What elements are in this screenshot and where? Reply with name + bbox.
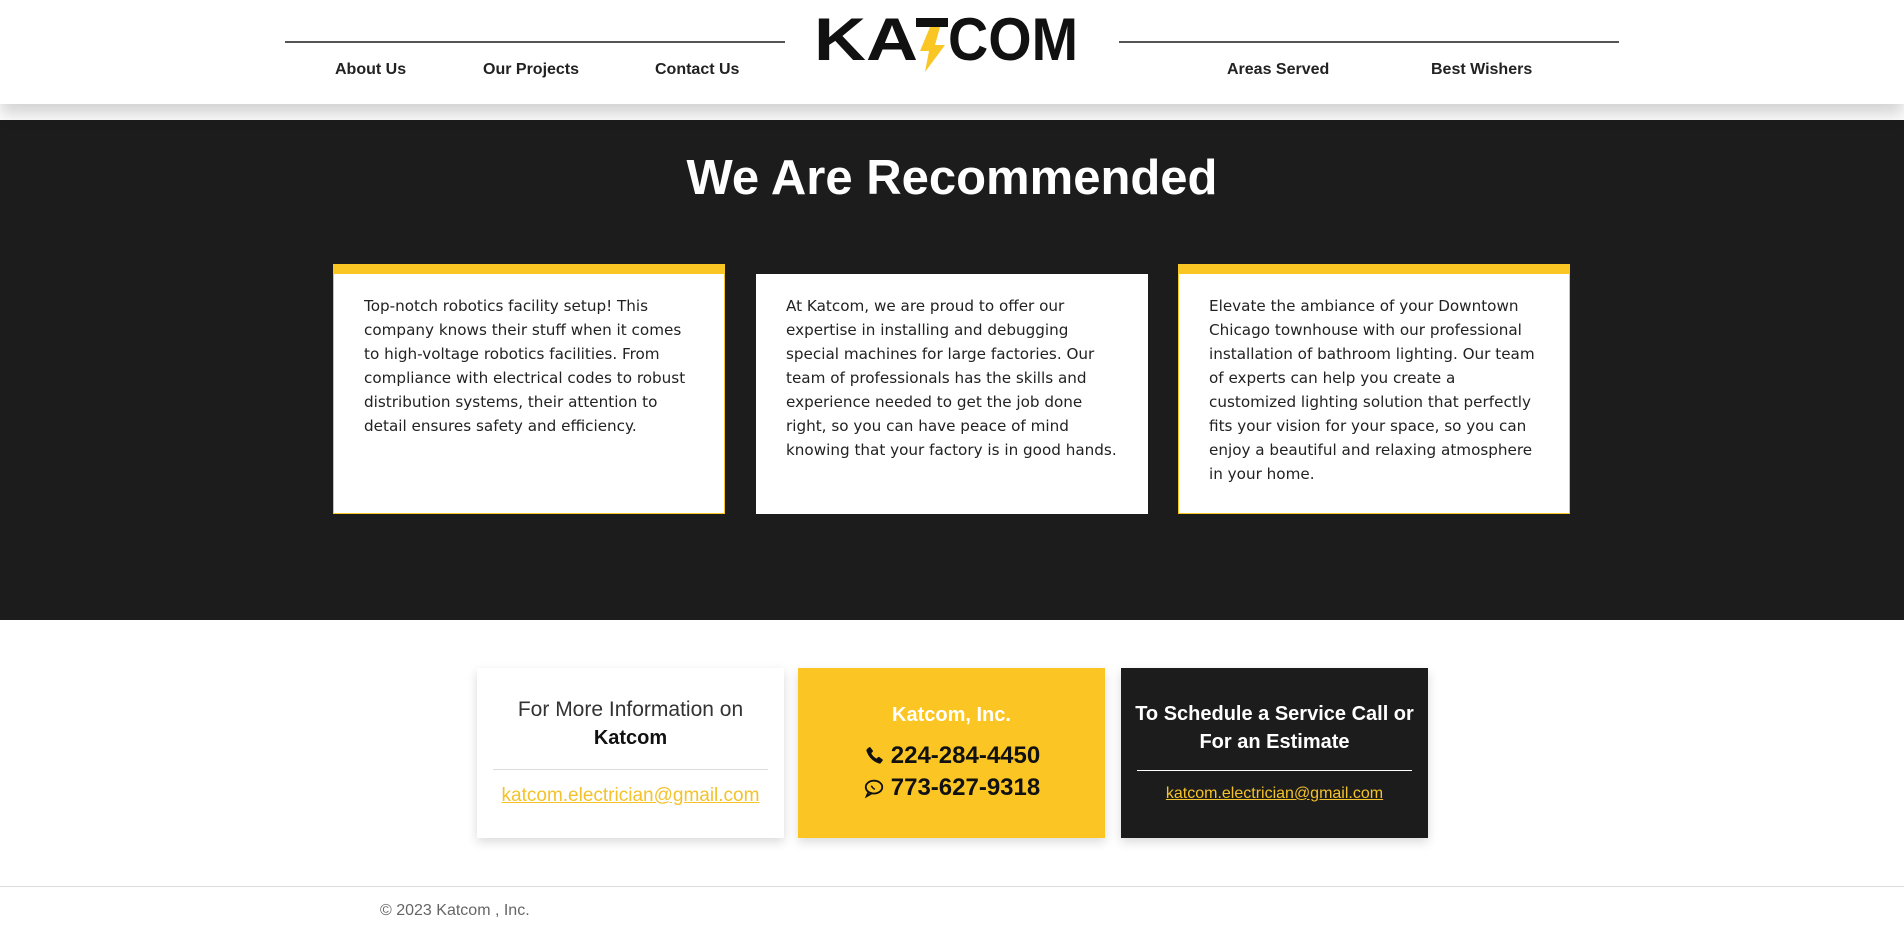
phone-row[interactable]: 224-284-4450 xyxy=(798,742,1105,770)
divider xyxy=(493,769,768,770)
phone-icon xyxy=(863,744,885,768)
phone-box: Katcom, Inc. 224-284-4450 773-627-9318 xyxy=(798,668,1105,838)
header-rule-left xyxy=(285,41,785,43)
email-link[interactable]: katcom.electrician@gmail.com xyxy=(1121,785,1428,803)
phone-number: 773-627-9318 xyxy=(890,774,1041,801)
email-link[interactable]: katcom.electrician@gmail.com xyxy=(477,785,784,807)
nav-best-wishers[interactable]: Best Wishers xyxy=(1431,61,1532,79)
lightning-bolt-icon xyxy=(920,27,945,72)
nav-contact-us[interactable]: Contact Us xyxy=(655,61,739,79)
testimonial-card: Elevate the ambiance of your Downtown Ch… xyxy=(1178,264,1570,514)
testimonial-text: At Katcom, we are proud to offer our exp… xyxy=(786,297,1117,459)
schedule-box: To Schedule a Service Call or For an Est… xyxy=(1121,668,1428,838)
divider xyxy=(1137,770,1412,771)
schedule-heading: To Schedule a Service Call or For an Est… xyxy=(1135,703,1414,753)
phone-number: 224-284-4450 xyxy=(890,742,1041,769)
info-company: Katcom xyxy=(593,727,668,749)
katcom-logo[interactable]: KA COM xyxy=(812,10,1082,72)
recommended-section: We Are Recommended Top-notch robotics fa… xyxy=(0,120,1904,620)
info-heading: For More Information on xyxy=(517,698,744,721)
testimonial-text: Top-notch robotics facility setup! This … xyxy=(364,297,686,435)
site-header: About Us Our Projects Contact Us KA COM … xyxy=(0,0,1904,104)
section-title: We Are Recommended xyxy=(686,151,1218,205)
nav-areas-served[interactable]: Areas Served xyxy=(1227,61,1329,79)
testimonial-card: Top-notch robotics facility setup! This … xyxy=(333,264,725,514)
nav-our-projects[interactable]: Our Projects xyxy=(483,61,579,79)
logo-t-bar xyxy=(916,18,948,27)
testimonial-text: Elevate the ambiance of your Downtown Ch… xyxy=(1209,297,1535,483)
nav-about-us[interactable]: About Us xyxy=(335,61,406,79)
logo-text-ka: KA xyxy=(814,10,918,72)
logo-text-com: COM xyxy=(948,10,1078,72)
company-name: Katcom, Inc. xyxy=(892,704,1011,726)
phone-row[interactable]: 773-627-9318 xyxy=(798,774,1105,802)
copyright-text: © 2023 Katcom , Inc. xyxy=(380,902,530,919)
footer-divider xyxy=(0,886,1904,887)
testimonial-card: At Katcom, we are proud to offer our exp… xyxy=(756,274,1148,514)
chat-icon xyxy=(863,776,885,800)
header-rule-right xyxy=(1119,41,1619,43)
info-box: For More Information on Katcom katcom.el… xyxy=(477,668,784,838)
